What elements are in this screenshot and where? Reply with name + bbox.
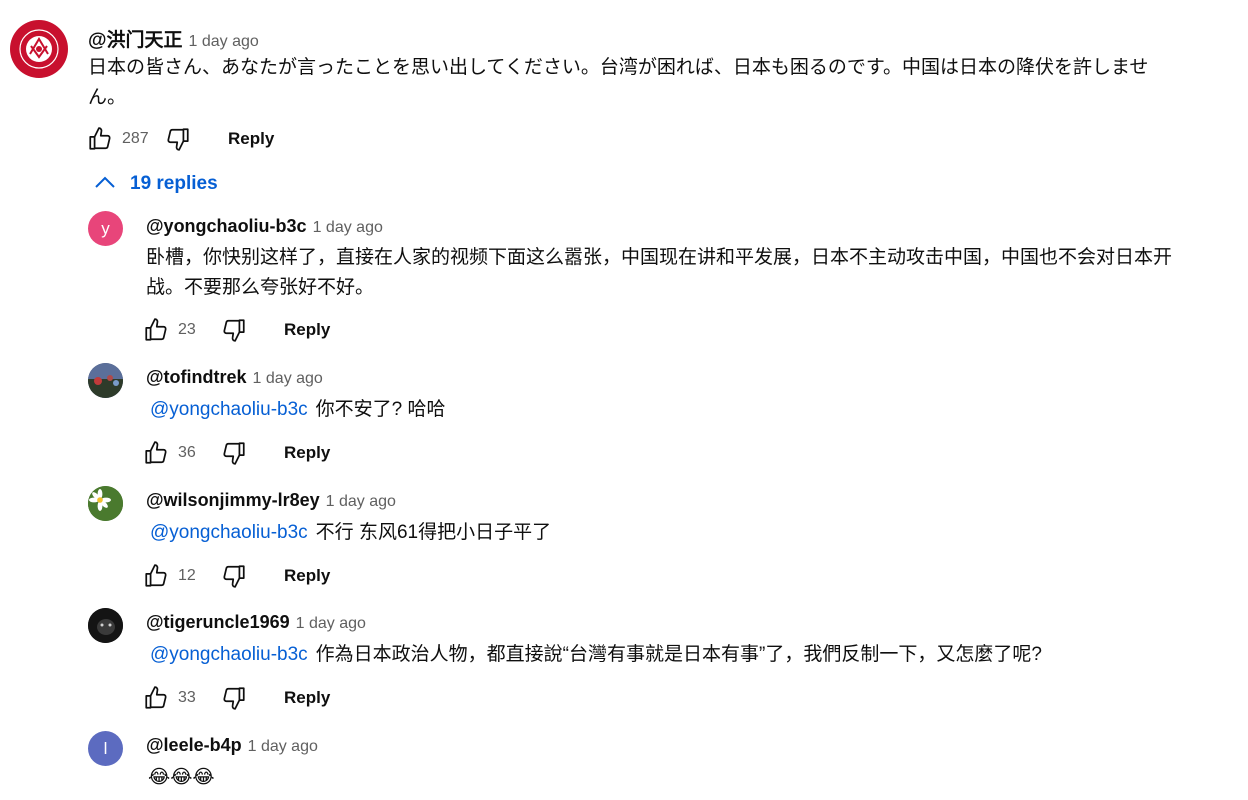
timestamp[interactable]: 1 day ago [296,615,366,633]
comment-text-content: 作為日本政治人物，都直接說“台灣有事就是日本有事”了，我們反制一下，又怎麼了呢? [315,644,1042,665]
comment-text: 😂😂😂 [148,763,215,793]
author-name[interactable]: @leele-b4p [146,735,242,756]
like-icon[interactable] [142,439,170,467]
mention-link[interactable]: @yongchaoliu-b3c [150,644,308,665]
comment-text-line: ん。 [88,87,127,108]
comment-text: @yongchaoliu-b3c 不行 东风61得把小日子平了 [150,518,551,548]
author-name[interactable]: @wilsonjimmy-lr8ey [146,490,320,511]
comment-header: @yongchaoliu-b3c 1 day ago [146,216,383,237]
author-name[interactable]: @tigeruncle1969 [146,612,290,633]
author-name[interactable]: @tofindtrek [146,367,247,388]
timestamp[interactable]: 1 day ago [253,370,323,388]
mention-link[interactable]: @yongchaoliu-b3c [150,399,308,420]
like-count: 287 [122,130,149,147]
landscape-photo-icon [88,363,123,398]
comment-text-line: 卧槽，你快别这样了，直接在人家的视频下面这么嚣张，中国现在讲和平发展，日本不主动… [146,247,1173,268]
comment-actions: 23 Reply [142,315,330,345]
reply-button[interactable]: Reply [284,688,330,708]
comment-text-content: 😂😂😂 [148,767,215,788]
comment-actions: 12 Reply [142,561,330,591]
comment-actions: 287 Reply [86,124,274,154]
like-icon[interactable] [142,684,170,712]
comment-text-content: 不行 东风61得把小日子平了 [315,522,552,543]
author-name[interactable]: @yongchaoliu-b3c [146,216,307,237]
timestamp[interactable]: 1 day ago [189,33,259,51]
replies-count-label: 19 replies [130,173,218,194]
avatar[interactable] [88,363,123,398]
reply-button[interactable]: Reply [284,566,330,586]
daisy-flower-icon [88,486,123,521]
comment-text-content: 你不安了? 哈哈 [315,399,446,420]
reply-button[interactable]: Reply [284,443,330,463]
like-icon[interactable] [142,316,170,344]
reply-button[interactable]: Reply [284,320,330,340]
dislike-icon[interactable] [220,316,248,344]
dislike-icon[interactable] [220,439,248,467]
comment-header: @tigeruncle1969 1 day ago [146,612,366,633]
comment-actions: 33 Reply [142,683,330,713]
avatar[interactable] [88,608,123,643]
comment-text-line: 战。不要那么夸张好不好。 [146,277,375,298]
tiger-photo-icon [88,608,123,643]
comment-header: @洪门天正 1 day ago [88,25,259,52]
comment-header: @leele-b4p 1 day ago [146,735,318,756]
like-count: 12 [178,567,196,584]
hongmen-logo-icon [12,22,66,76]
comment-text: @yongchaoliu-b3c 你不安了? 哈哈 [150,395,446,425]
timestamp[interactable]: 1 day ago [326,493,396,511]
timestamp[interactable]: 1 day ago [313,219,383,237]
comment-actions: 36 Reply [142,438,330,468]
like-icon[interactable] [86,125,114,153]
like-count: 23 [178,321,196,338]
like-count: 33 [178,689,196,706]
comment-text: @yongchaoliu-b3c 作為日本政治人物，都直接說“台灣有事就是日本有事… [150,640,1042,670]
comment-header: @wilsonjimmy-lr8ey 1 day ago [146,490,396,511]
avatar[interactable]: l [88,731,123,766]
avatar[interactable]: y [88,211,123,246]
mention-link[interactable]: @yongchaoliu-b3c [150,522,308,543]
chevron-up-icon [94,173,116,195]
avatar[interactable] [88,486,123,521]
avatar-letter: y [101,218,110,238]
comment-text: 日本の皆さん、あなたが言ったことを思い出してください。台湾が困れば、日本も困るの… [88,53,1228,113]
comment-header: @tofindtrek 1 day ago [146,367,323,388]
timestamp[interactable]: 1 day ago [248,738,318,756]
like-count: 36 [178,444,196,461]
like-icon[interactable] [142,562,170,590]
author-name[interactable]: @洪门天正 [88,25,183,52]
dislike-icon[interactable] [220,562,248,590]
avatar[interactable] [10,20,68,78]
comment-text-line: 日本の皆さん、あなたが言ったことを思い出してください。台湾が困れば、日本も困るの… [88,57,1149,78]
avatar-letter: l [103,738,108,758]
reply-button[interactable]: Reply [228,129,274,149]
replies-toggle-button[interactable]: 19 replies [94,173,218,195]
dislike-icon[interactable] [220,684,248,712]
comment-text: 卧槽，你快别这样了，直接在人家的视频下面这么嚣张，中国现在讲和平发展，日本不主动… [146,243,1236,303]
dislike-icon[interactable] [164,125,192,153]
